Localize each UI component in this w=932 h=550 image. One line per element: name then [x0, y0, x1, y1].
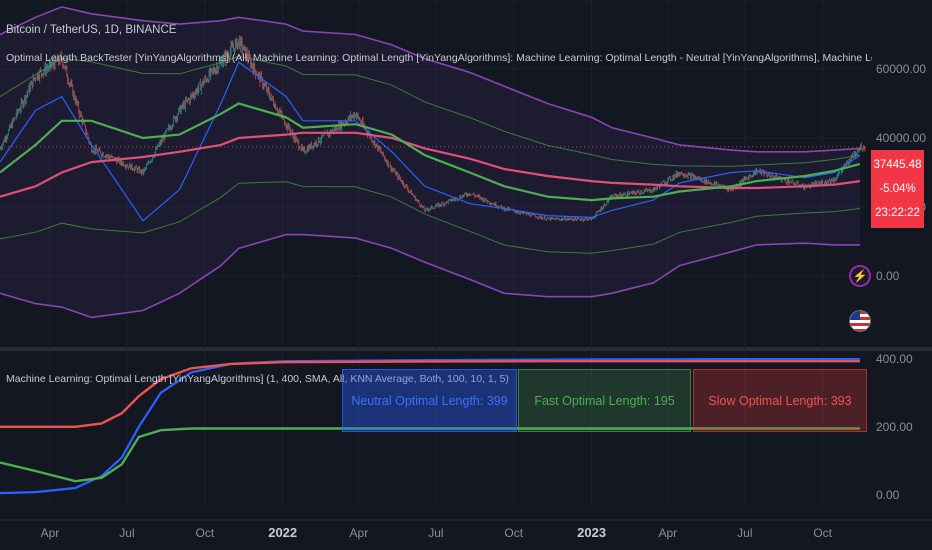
- time-axis-label: Apr: [350, 526, 369, 540]
- oscillator-axis-label: 0.00: [876, 488, 900, 502]
- time-axis-label: 2022: [268, 525, 297, 540]
- time-axis-label: Jul: [737, 526, 752, 540]
- time-axis-label: Oct: [195, 526, 214, 540]
- symbol-title[interactable]: Bitcoin / TetherUS, 1D, BINANCE: [6, 24, 176, 36]
- neutral-optimal-length-label: Neutral Optimal Length: 399: [342, 369, 517, 432]
- lightning-icon[interactable]: ⚡: [849, 265, 871, 287]
- price-axis-label: 0.00: [876, 269, 900, 283]
- chart-canvas[interactable]: 60000.0040000.0020000.000.00400.00200.00…: [0, 0, 932, 550]
- fast-optimal-length-label: Fast Optimal Length: 195: [518, 369, 691, 432]
- osc-fast-line: [0, 427, 860, 483]
- last-price-tag: 37445.48 -5.04% 23:22:22: [871, 150, 924, 228]
- slow-optimal-length-label: Slow Optimal Length: 393: [693, 369, 867, 432]
- time-axis-label: Apr: [658, 526, 677, 540]
- time-axis-label: Apr: [41, 526, 60, 540]
- last-price: 37445.48: [873, 159, 922, 171]
- price-change: -5.04%: [879, 183, 916, 195]
- price-axis-label: 60000.00: [876, 62, 926, 76]
- us-flag-icon[interactable]: [849, 310, 871, 332]
- bar-countdown: 23:22:22: [875, 207, 920, 219]
- time-axis-label: Oct: [504, 526, 523, 540]
- indicator-title[interactable]: Optimal Length BackTester [YinYangAlgori…: [6, 52, 872, 64]
- time-axis-label: Oct: [813, 526, 832, 540]
- oscillator-axis-label: 200.00: [876, 420, 913, 434]
- pane-separator: [0, 347, 932, 351]
- time-axis-label: 2023: [577, 525, 606, 540]
- price-axis-label: 40000.00: [876, 131, 926, 145]
- oscillator-axis-label: 400.00: [876, 352, 913, 366]
- time-axis-label: Jul: [428, 526, 443, 540]
- time-axis-label: Jul: [119, 526, 134, 540]
